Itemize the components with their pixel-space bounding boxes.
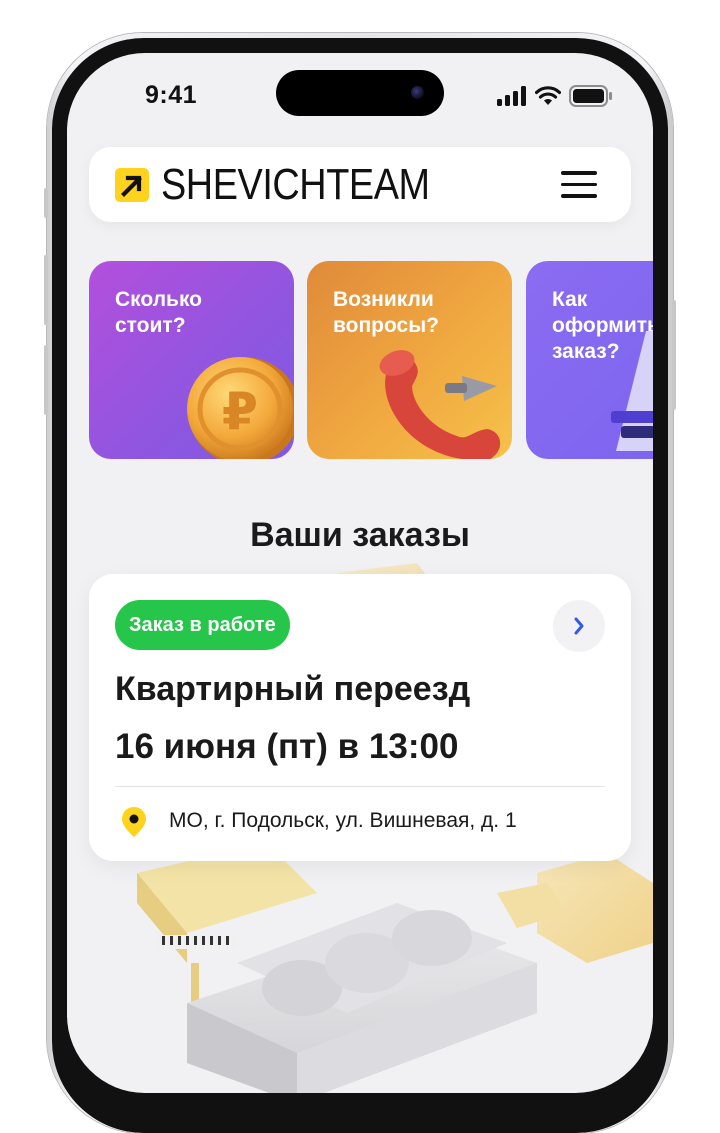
signal-icon xyxy=(497,86,526,106)
order-title: Квартирный переезд xyxy=(115,670,471,708)
side-button-right xyxy=(672,300,676,410)
front-camera xyxy=(411,86,424,99)
order-datetime: 16 июня (пт) в 13:00 xyxy=(115,727,459,766)
document-icon xyxy=(611,331,653,451)
order-card[interactable]: Заказ в работе Квартирный переезд 16 июн… xyxy=(89,574,631,861)
order-address: МО, г. Подольск, ул. Вишневая, д. 1 xyxy=(169,809,517,832)
location-pin-icon xyxy=(122,807,146,837)
promo-card-label: Возникли вопросы? xyxy=(333,288,439,337)
side-button-left-3 xyxy=(44,345,48,415)
menu-bar xyxy=(561,182,597,186)
status-time: 9:41 xyxy=(145,81,198,109)
menu-icon[interactable] xyxy=(561,171,597,199)
divider xyxy=(115,786,605,787)
chevron-right-icon xyxy=(574,617,584,635)
promo-card-how-to-order[interactable]: Как оформить заказ? xyxy=(526,261,653,459)
dynamic-island xyxy=(276,70,444,116)
orders-section-title: Ваши заказы xyxy=(250,516,470,554)
battery-icon xyxy=(569,85,612,107)
menu-bar xyxy=(561,171,597,175)
promo-card-label: Сколько стоит? xyxy=(115,288,203,337)
app-screen: 9:41 SHEVICHTEAM Сколько стоит? ₽ Возник… xyxy=(67,53,653,1093)
app-header: SHEVICHTEAM xyxy=(89,147,631,222)
promo-cards: Сколько стоит? ₽ Возникли вопросы? Как о… xyxy=(89,261,653,461)
coin-icon: ₽ xyxy=(187,357,294,459)
open-order-button[interactable] xyxy=(553,600,605,652)
wifi-icon xyxy=(535,86,561,105)
brand-name[interactable]: SHEVICHTEAM xyxy=(161,159,430,211)
side-button-left-2 xyxy=(44,255,48,325)
phone-handset-icon xyxy=(379,350,501,459)
status-icons xyxy=(497,85,613,107)
logo-arrow-icon[interactable] xyxy=(115,168,149,202)
menu-bar xyxy=(561,194,597,198)
promo-card-price[interactable]: Сколько стоит? ₽ xyxy=(89,261,294,459)
status-badge: Заказ в работе xyxy=(115,600,290,650)
promo-card-questions[interactable]: Возникли вопросы? xyxy=(307,261,512,459)
svg-text:₽: ₽ xyxy=(222,382,258,442)
side-button-left-1 xyxy=(44,188,48,218)
